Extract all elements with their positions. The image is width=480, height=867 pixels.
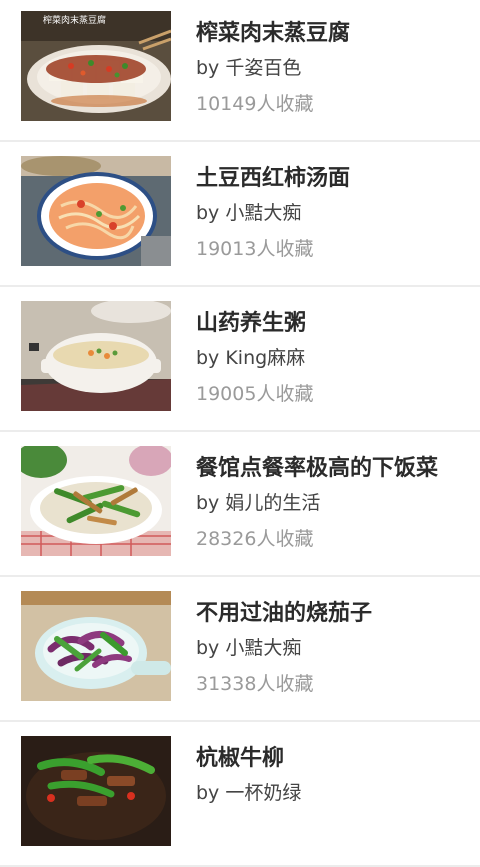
recipe-author: by 小黠大痴 xyxy=(196,202,302,224)
recipe-item[interactable]: 榨菜肉末蒸豆腐 榨菜肉末蒸豆腐 by 千姿百色 10149人收藏 xyxy=(0,0,480,142)
recipe-title[interactable]: 餐馆点餐率极高的下饭菜 xyxy=(196,454,462,484)
recipe-author: by 娟儿的生活 xyxy=(196,492,321,514)
recipe-item[interactable]: 不用过油的烧茄子 by 小黠大痴 31338人收藏 xyxy=(0,577,480,722)
recipe-thumbnail[interactable] xyxy=(21,591,171,701)
recipe-title[interactable]: 不用过油的烧茄子 xyxy=(196,599,462,629)
recipe-author: by 小黠大痴 xyxy=(196,637,302,659)
recipe-thumbnail[interactable] xyxy=(21,736,171,846)
image-caption: 榨菜肉末蒸豆腐 xyxy=(43,14,106,26)
recipe-author: by King麻麻 xyxy=(196,347,306,369)
recipe-favorites-count: 19005人收藏 xyxy=(196,383,314,405)
recipe-title[interactable]: 土豆西红柿汤面 xyxy=(196,164,462,194)
stir-fry-image xyxy=(21,446,171,556)
recipe-favorites-count: 31338人收藏 xyxy=(196,673,314,695)
recipe-title[interactable]: 榨菜肉末蒸豆腐 xyxy=(196,19,462,49)
eggplant-dish-image xyxy=(21,591,171,701)
recipe-item[interactable]: 餐馆点餐率极高的下饭菜 by 娟儿的生活 28326人收藏 xyxy=(0,432,480,577)
congee-image xyxy=(21,301,171,411)
recipe-author: by 千姿百色 xyxy=(196,57,302,79)
recipe-favorites-count: 10149人收藏 xyxy=(196,93,314,115)
recipe-title[interactable]: 山药养生粥 xyxy=(196,309,462,339)
recipe-thumbnail[interactable] xyxy=(21,301,171,411)
recipe-author: by 一杯奶绿 xyxy=(196,782,302,804)
recipe-item[interactable]: 杭椒牛柳 by 一杯奶绿 xyxy=(0,722,480,867)
beef-pepper-image xyxy=(21,736,171,846)
recipe-favorites-count: 28326人收藏 xyxy=(196,528,314,550)
tofu-dish-image: 榨菜肉末蒸豆腐 xyxy=(21,11,171,121)
recipe-title[interactable]: 杭椒牛柳 xyxy=(196,744,462,774)
recipe-thumbnail[interactable] xyxy=(21,446,171,556)
recipe-list: 榨菜肉末蒸豆腐 榨菜肉末蒸豆腐 by 千姿百色 10149人收藏 土豆西红柿汤面… xyxy=(0,0,480,867)
recipe-favorites-count: 19013人收藏 xyxy=(196,238,314,260)
recipe-thumbnail[interactable]: 榨菜肉末蒸豆腐 xyxy=(21,11,171,121)
recipe-thumbnail[interactable] xyxy=(21,156,171,266)
recipe-item[interactable]: 山药养生粥 by King麻麻 19005人收藏 xyxy=(0,287,480,432)
noodle-soup-image xyxy=(21,156,171,266)
recipe-item[interactable]: 土豆西红柿汤面 by 小黠大痴 19013人收藏 xyxy=(0,142,480,287)
